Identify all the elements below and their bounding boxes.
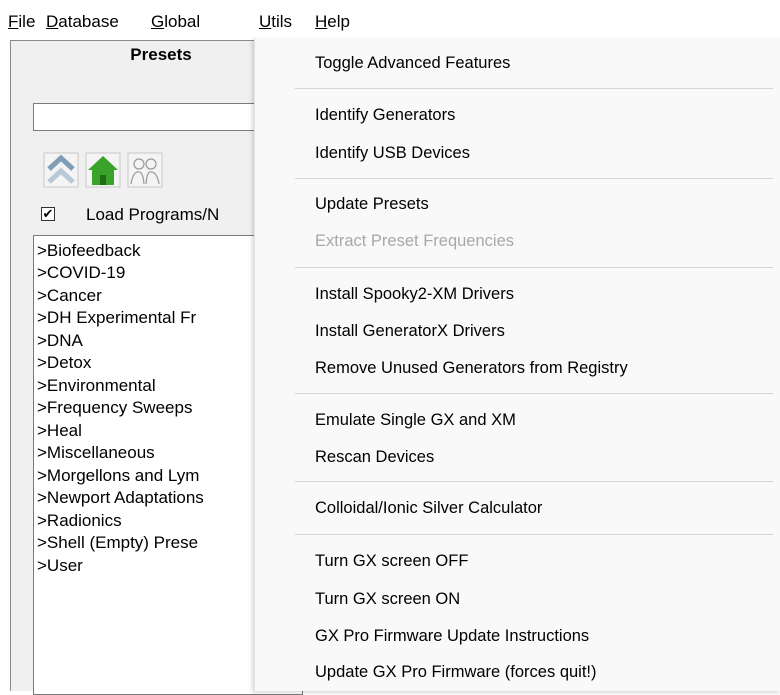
menu-item-turn-gx-screen-on[interactable]: Turn GX screen ON [315, 588, 460, 610]
menu-help-rest: elp [327, 12, 350, 31]
menu-separator [295, 393, 773, 394]
list-item[interactable]: >Detox [37, 352, 91, 374]
menu-database[interactable]: Database [44, 12, 121, 32]
list-item[interactable]: >Biofeedback [37, 240, 141, 262]
home-icon[interactable] [85, 152, 121, 188]
menu-file-rest: ile [18, 12, 36, 31]
menu-item-rescan-devices[interactable]: Rescan Devices [315, 446, 434, 468]
load-programs-label: Load Programs/N [86, 205, 220, 224]
menu-item-toggle-advanced-features[interactable]: Toggle Advanced Features [315, 52, 510, 74]
menu-separator [295, 178, 773, 179]
menu-separator [295, 88, 773, 89]
menu-item-identify-generators[interactable]: Identify Generators [315, 104, 455, 126]
menu-file[interactable]: File [6, 12, 37, 32]
menu-utils-key: U [259, 12, 272, 31]
menu-separator [295, 534, 773, 535]
list-item[interactable]: >COVID-19 [37, 262, 125, 284]
menu-global-rest: lobal [164, 12, 201, 31]
menu-help-key: H [315, 12, 328, 31]
up-chevrons-icon[interactable] [43, 152, 79, 188]
menu-utils[interactable]: Utils [257, 12, 295, 32]
menu-item-turn-gx-screen-off[interactable]: Turn GX screen OFF [315, 550, 468, 572]
menu-item-extract-preset-frequencies: Extract Preset Frequencies [315, 232, 514, 250]
load-programs-checkbox[interactable]: ✔ [41, 207, 55, 221]
list-item[interactable]: >Heal [37, 420, 82, 442]
list-item[interactable]: >Cancer [37, 285, 102, 307]
list-item[interactable]: >Radionics [37, 510, 122, 532]
list-item[interactable]: >DH Experimental Fr [37, 307, 196, 329]
menu-item-remove-unused-generators[interactable]: Remove Unused Generators from Registry [315, 357, 628, 379]
menu-item-install-generatorx-drivers[interactable]: Install GeneratorX Drivers [315, 320, 505, 342]
menu-item-emulate-single-gx-xm[interactable]: Emulate Single GX and XM [315, 409, 516, 431]
menu-item-gx-pro-firmware-instructions[interactable]: GX Pro Firmware Update Instructions [315, 625, 589, 647]
menu-item-update-gx-pro-firmware[interactable]: Update GX Pro Firmware (forces quit!) [315, 661, 597, 683]
list-item[interactable]: >Shell (Empty) Prese [37, 532, 198, 554]
list-item[interactable]: >User [37, 555, 83, 577]
menu-database-rest: atabase [58, 12, 119, 31]
menu-item-update-presets[interactable]: Update Presets [315, 193, 429, 215]
menu-item-colloidal-silver-calculator[interactable]: Colloidal/Ionic Silver Calculator [315, 497, 542, 519]
list-item[interactable]: >Environmental [37, 375, 156, 397]
menu-separator [295, 481, 773, 482]
list-item[interactable]: >Frequency Sweeps [37, 397, 192, 419]
list-item[interactable]: >Newport Adaptations [37, 487, 204, 509]
list-item[interactable]: >Morgellons and Lym [37, 465, 199, 487]
menu-global-key: G [151, 12, 165, 31]
list-item[interactable]: >Miscellaneous [37, 442, 155, 464]
menu-item-identify-usb-devices[interactable]: Identify USB Devices [315, 142, 470, 164]
menu-separator [295, 267, 773, 268]
menu-bar: File Database Global Utils Help [0, 0, 780, 38]
menu-global[interactable]: Global [149, 12, 202, 32]
list-item[interactable]: >DNA [37, 330, 83, 352]
menu-item-install-spooky2-xm-drivers[interactable]: Install Spooky2-XM Drivers [315, 283, 514, 305]
people-icon[interactable] [127, 152, 163, 188]
utils-dropdown-menu: Toggle Advanced Features Identify Genera… [254, 38, 780, 691]
menu-database-key: D [46, 12, 59, 31]
menu-utils-rest: tils [271, 12, 293, 31]
menu-help[interactable]: Help [313, 12, 352, 32]
menu-file-key: F [8, 12, 19, 31]
